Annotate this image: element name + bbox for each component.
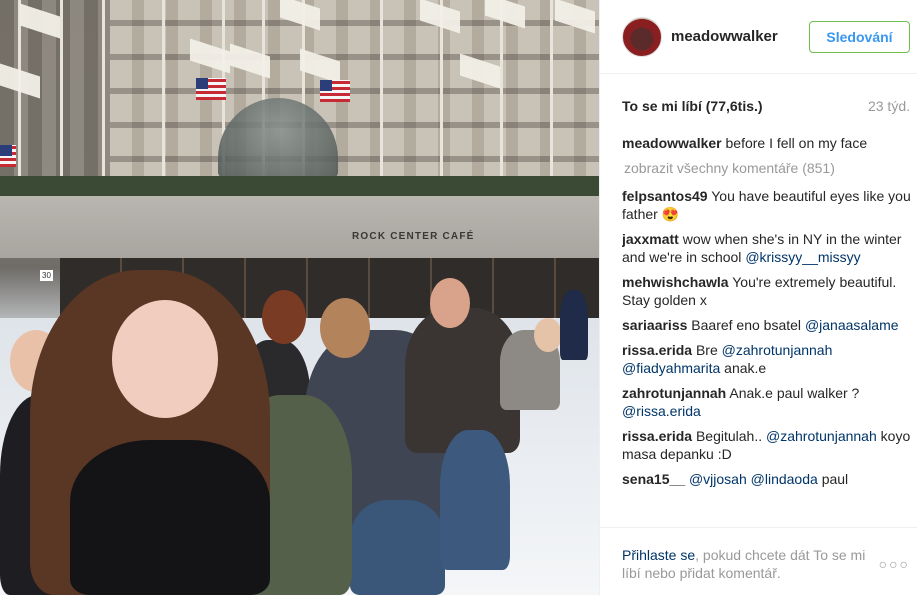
comment-text: before I fell on my face [725, 135, 868, 151]
comment-text: Baaref eno bsatel [691, 317, 802, 333]
building-facade [110, 0, 599, 190]
cafe-wall [0, 196, 599, 258]
flagpole [380, 0, 383, 180]
avatar[interactable] [622, 17, 662, 57]
flagpole [102, 0, 105, 180]
post-age[interactable]: 23 týd. [868, 98, 910, 114]
more-dots-icon[interactable]: ○○○ [879, 556, 910, 572]
hedge [0, 176, 599, 196]
comment-text: paul [821, 471, 849, 487]
selfie-face [112, 300, 218, 418]
comment-text: Anak.e paul walker ? [729, 385, 860, 401]
list-item: mehwishchawla You're extremely beautiful… [622, 273, 912, 309]
skater-head [320, 298, 370, 358]
skater-head [534, 318, 562, 352]
comment-mention[interactable]: @krissyy__missyy [745, 249, 860, 265]
login-link[interactable]: Přihlaste se [622, 547, 695, 563]
list-item: rissa.erida Begitulah.. @zahrotunjannah … [622, 427, 912, 463]
post-footer: Přihlaste se, pokud chcete dát To se mi … [600, 527, 917, 595]
comment-mention[interactable]: @zahrotunjannah [722, 342, 833, 358]
comment-username[interactable]: sariaariss [622, 317, 687, 333]
comment-username[interactable]: zahrotunjannah [622, 385, 726, 401]
comment-text: anak.e [724, 360, 767, 376]
us-flag [320, 80, 350, 102]
comment-username[interactable]: meadowwalker [622, 135, 722, 151]
caption: meadowwalker before I fell on my face [622, 134, 912, 152]
us-flag [0, 145, 16, 167]
login-prompt: Přihlaste se, pokud chcete dát To se mi … [622, 546, 872, 582]
view-all-comments-link[interactable]: zobrazit všechny komentáře (851) [624, 159, 912, 177]
skater [560, 290, 588, 360]
comment-username[interactable]: jaxxmatt [622, 231, 679, 247]
header-username[interactable]: meadowwalker [671, 28, 778, 45]
list-item: sariaariss Baaref eno bsatel @janaasalam… [622, 316, 912, 334]
comment-mention[interactable]: @fiadyahmarita [622, 360, 720, 376]
list-item: sena15__ @vjjosah @lindaoda paul [622, 470, 912, 488]
flagpole [162, 0, 165, 180]
list-item: jaxxmatt wow when she's in NY in the win… [622, 230, 912, 266]
comment-mention[interactable]: @vjjosah [689, 471, 747, 487]
list-item: rissa.erida Bre @zahrotunjannah @fiadyah… [622, 341, 912, 377]
list-item: felpsantos49 You have beautiful eyes lik… [622, 187, 912, 223]
flagpole [550, 0, 553, 180]
skater-jeans [350, 500, 445, 595]
skater-head [430, 278, 470, 328]
comment-mention[interactable]: @lindaoda [751, 471, 818, 487]
comment-username[interactable]: rissa.erida [622, 428, 692, 444]
us-flag [196, 78, 226, 100]
comment-username[interactable]: felpsantos49 [622, 188, 708, 204]
flagpole [500, 0, 503, 180]
post-panel: meadowwalker Sledování To se mi líbí (77… [599, 0, 917, 595]
likes-count[interactable]: To se mi líbí (77,6tis.) [622, 98, 763, 114]
post-header: meadowwalker Sledování [600, 0, 917, 74]
comments-list: meadowwalker before I fell on my face zo… [622, 134, 912, 526]
post-photo[interactable]: ROCK CENTER CAFÉ 30 [0, 0, 599, 595]
flagpole [60, 0, 63, 180]
comment-text: Bre [695, 342, 718, 358]
cafe-sign: ROCK CENTER CAFÉ [352, 231, 475, 242]
follow-button[interactable]: Sledování [809, 21, 910, 53]
address-number: 30 [40, 270, 53, 281]
skater-jeans [440, 430, 510, 570]
likes-row: To se mi líbí (77,6tis.) 23 týd. [622, 98, 910, 114]
comment-mention[interactable]: @janaasalame [805, 317, 899, 333]
skater-head [262, 290, 306, 344]
comment-username[interactable]: sena15__ [622, 471, 685, 487]
comment-username[interactable]: rissa.erida [622, 342, 692, 358]
comment-text: Begitulah.. [695, 428, 763, 444]
comment-mention[interactable]: @rissa.erida [622, 403, 701, 419]
list-item: zahrotunjannah Anak.e paul walker ? @ris… [622, 384, 912, 420]
comment-mention[interactable]: @zahrotunjannah [766, 428, 877, 444]
selfie-sweater [70, 440, 270, 595]
comment-username[interactable]: mehwishchawla [622, 274, 729, 290]
